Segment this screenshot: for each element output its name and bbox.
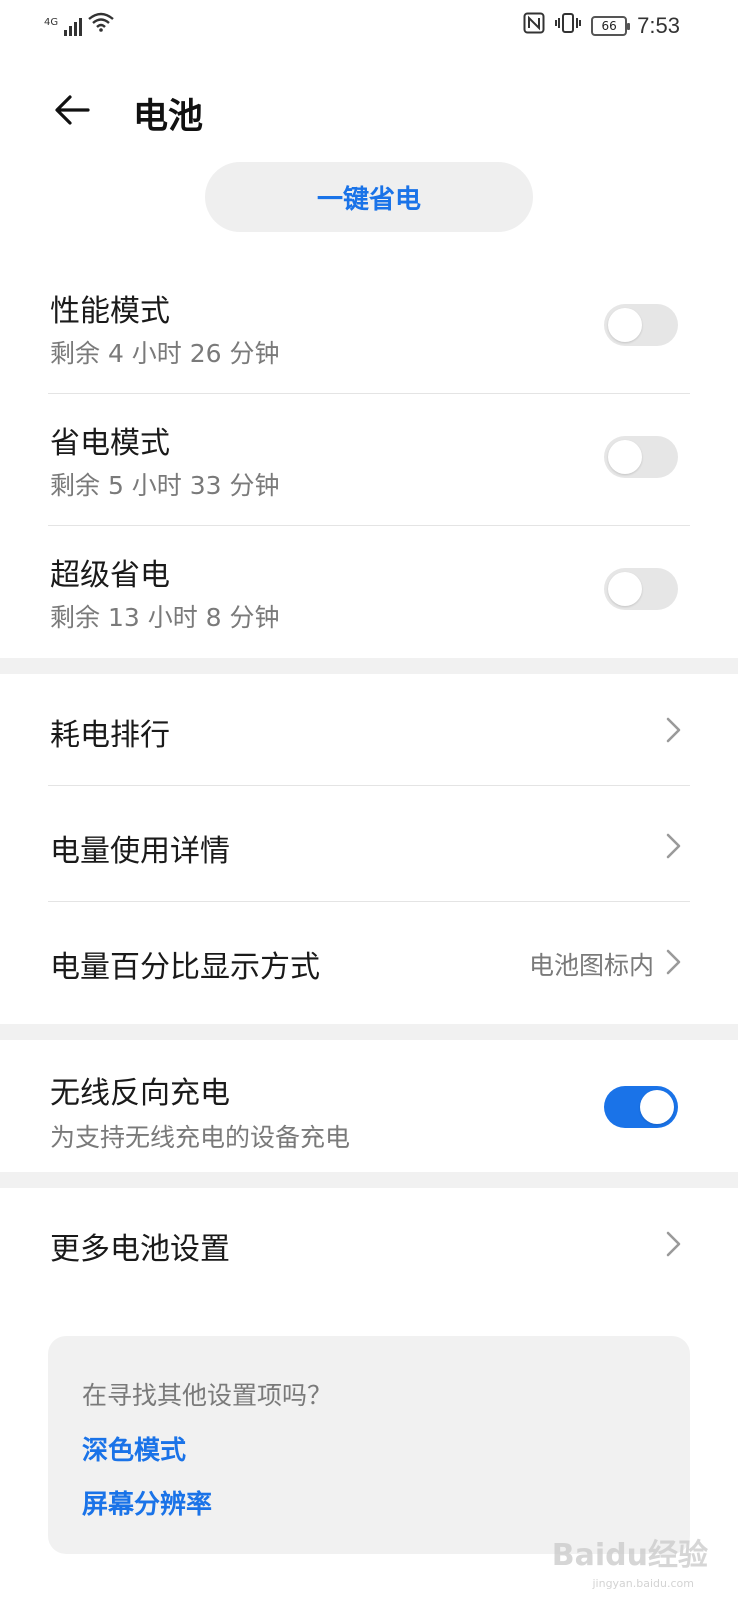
nav-label: 电量使用详情 <box>50 834 230 869</box>
status-bar: 4G 66 7:53 <box>0 0 738 52</box>
mode-row-ultra-saving[interactable]: 超级省电 剩余 13 小时 8 分钟 <box>48 526 690 658</box>
wireless-reverse-charging-row[interactable]: 无线反向充电 为支持无线充电的设备充电 <box>48 1032 690 1172</box>
signal-icon <box>64 18 83 36</box>
section-divider <box>0 1172 738 1188</box>
network-type-label: 4G <box>44 17 59 28</box>
nav-label: 电量百分比显示方式 <box>50 950 320 985</box>
mode-remaining: 剩余 5 小时 33 分钟 <box>50 471 280 500</box>
chevron-right-icon <box>666 1231 681 1257</box>
section-divider <box>0 658 738 674</box>
power-mode-list: 性能模式 剩余 4 小时 26 分钟 省电模式 剩余 5 小时 33 分钟 超级… <box>0 262 738 658</box>
wireless-subtitle: 为支持无线充电的设备充电 <box>50 1123 351 1152</box>
nav-row-percentage-display[interactable]: 电量百分比显示方式 电池图标内 <box>48 906 690 1018</box>
nfc-icon <box>523 12 545 40</box>
back-button[interactable] <box>46 84 98 136</box>
power-saving-mode-toggle[interactable] <box>604 436 678 478</box>
mode-row-performance[interactable]: 性能模式 剩余 4 小时 26 分钟 <box>48 262 690 394</box>
suggestion-link-resolution[interactable]: 屏幕分辨率 <box>82 1484 212 1521</box>
baidu-watermark-url: jingyan.baidu.com <box>592 1577 694 1590</box>
performance-mode-toggle[interactable] <box>604 304 678 346</box>
mode-remaining: 剩余 13 小时 8 分钟 <box>50 603 280 632</box>
status-right: 66 7:53 <box>523 12 680 40</box>
chevron-right-icon <box>666 717 681 743</box>
mode-title: 性能模式 <box>50 294 170 329</box>
chevron-right-icon <box>666 949 681 975</box>
wifi-icon <box>88 12 114 36</box>
app-header: 电池 <box>0 70 738 150</box>
nav-row-more-battery-settings[interactable]: 更多电池设置 <box>48 1188 690 1300</box>
clock-time: 7:53 <box>637 13 680 38</box>
nav-value: 电池图标内 <box>528 951 654 980</box>
page-title: 电池 <box>133 97 204 137</box>
suggestion-link-dark-mode[interactable]: 深色模式 <box>82 1430 186 1467</box>
nav-label: 耗电排行 <box>50 718 170 753</box>
mode-row-power-saving[interactable]: 省电模式 剩余 5 小时 33 分钟 <box>48 394 690 526</box>
battery-level: 66 <box>601 19 617 33</box>
battery-icon: 66 <box>591 16 631 36</box>
vibrate-icon <box>555 12 582 40</box>
nav-row-usage-details[interactable]: 电量使用详情 <box>48 790 690 902</box>
mode-remaining: 剩余 4 小时 26 分钟 <box>50 339 280 368</box>
mode-title: 超级省电 <box>50 558 170 593</box>
nav-label: 更多电池设置 <box>50 1232 230 1267</box>
back-arrow-icon <box>55 95 90 125</box>
nav-row-power-ranking[interactable]: 耗电排行 <box>48 674 690 786</box>
one-key-save-button[interactable]: 一键省电 <box>205 162 533 232</box>
baidu-watermark: Baidu经验 <box>551 1538 708 1573</box>
suggestion-question: 在寻找其他设置项吗？ <box>82 1381 333 1410</box>
mode-title: 省电模式 <box>50 426 170 461</box>
wireless-title: 无线反向充电 <box>50 1076 230 1111</box>
chevron-right-icon <box>666 833 681 859</box>
suggestion-card: 在寻找其他设置项吗？ 深色模式 屏幕分辨率 <box>48 1336 690 1554</box>
wireless-charging-toggle[interactable] <box>604 1086 678 1128</box>
status-left: 4G <box>44 12 114 36</box>
ultra-saving-mode-toggle[interactable] <box>604 568 678 610</box>
